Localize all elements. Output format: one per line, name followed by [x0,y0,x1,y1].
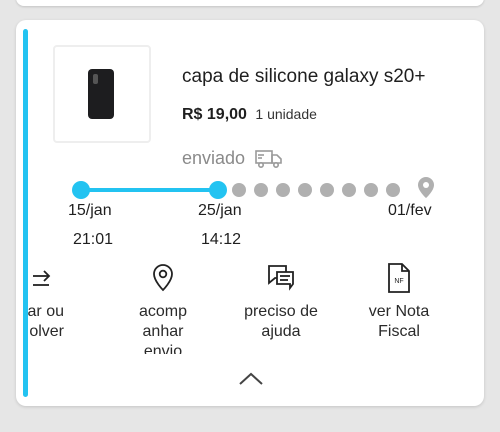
return-icon [16,260,92,296]
return-label: ar ou olver [27,303,64,340]
pending-dot [386,183,400,197]
chat-help-icon [226,260,336,296]
location-pin-icon [108,260,218,296]
invoice-icon: NF [344,260,454,296]
svg-text:NF: NF [394,278,403,285]
track-shipment-button[interactable]: acomp anhar envio [108,260,218,354]
return-button[interactable]: ar ou olver [16,260,92,342]
pending-dot [254,183,268,197]
pending-dot [298,183,312,197]
pending-dot [342,183,356,197]
pending-dot [364,183,378,197]
track-shipment-label: acomp anhar envio [138,303,188,354]
previous-card [16,0,484,6]
pending-dot [232,183,246,197]
timeline-step-shipped [209,181,227,199]
shipping-timeline [72,177,434,199]
timeline-pending-dots [232,183,400,197]
help-button[interactable]: preciso de ajuda [226,260,336,342]
collapse-chevron-up-icon[interactable] [238,372,264,391]
order-card[interactable]: capa de silicone galaxy s20+ R$ 19,00 1 … [16,20,484,406]
date-step-2: 25/jan [198,202,242,219]
pending-dot [320,183,334,197]
pending-dot [276,183,290,197]
timeline-step-ordered [72,181,90,199]
invoice-label: ver Nota Fiscal [368,303,430,340]
help-label: preciso de ajuda [244,303,318,340]
date-step-1: 15/jan [68,202,112,219]
date-delivery: 01/fev [388,202,432,219]
destination-pin-icon [418,177,434,198]
invoice-button[interactable]: NF ver Nota Fiscal [344,260,454,342]
time-step-1: 21:01 [73,231,114,248]
time-step-2: 14:12 [201,231,242,248]
